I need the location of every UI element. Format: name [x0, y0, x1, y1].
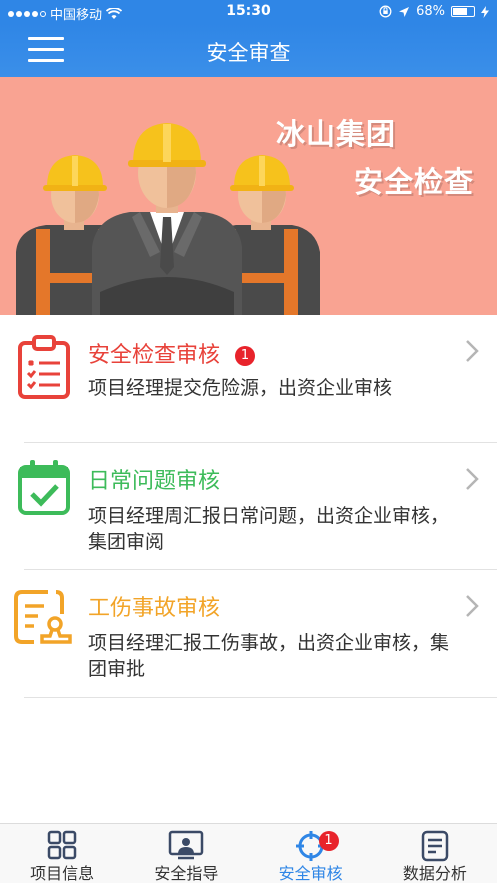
item-description: 项目经理周汇报日常问题，出资企业审核，集团审阅: [88, 505, 450, 553]
page-title: 安全审查: [206, 41, 291, 65]
clipboard-checklist-icon: [18, 335, 70, 399]
monitor-person-icon: [169, 830, 204, 860]
calendar-check-icon: [18, 460, 70, 515]
charging-bolt-icon: [481, 5, 489, 18]
location-arrow-icon: [399, 6, 410, 17]
item-description: 项目经理汇报工伤事故，出资企业审核，集团审批: [88, 632, 450, 680]
grid-icon: [47, 830, 77, 860]
status-right: 68%: [379, 4, 489, 19]
tab-label: 安全指导: [154, 864, 219, 883]
tab-safety-guidance[interactable]: 安全指导: [124, 824, 248, 883]
item-description: 项目经理提交危险源，出资企业审核: [88, 377, 393, 399]
tab-safety-review[interactable]: 1 安全审核: [249, 824, 373, 883]
tab-label: 安全审核: [278, 864, 343, 883]
banner: 冰山集团 安全检查: [0, 77, 497, 315]
tab-badge: 1: [318, 831, 339, 851]
tab-data-analysis[interactable]: 数据分析: [373, 824, 497, 883]
rotation-lock-icon: [379, 5, 392, 18]
item-title-text: 工伤事故审核: [88, 596, 221, 621]
banner-company: 冰山集团: [276, 117, 397, 151]
item-title-text: 安全检查审核: [88, 343, 221, 368]
chevron-right-icon: [466, 340, 479, 362]
chevron-right-icon: [466, 595, 479, 617]
item-title: 工伤事故审核: [88, 590, 220, 622]
list-item-work-injury[interactable]: 工伤事故审核 项目经理汇报工伤事故，出资企业审核，集团审批: [0, 570, 497, 698]
tab-label: 数据分析: [402, 864, 467, 883]
battery-icon: [451, 6, 475, 17]
item-title: 日常问题审核: [88, 463, 220, 495]
tab-project-info[interactable]: 项目信息: [0, 824, 124, 883]
battery-percent: 68%: [416, 4, 445, 19]
list-item-daily-issues[interactable]: 日常问题审核 项目经理周汇报日常问题，出资企业审核，集团审阅: [0, 443, 497, 570]
notepad-icon: [421, 830, 449, 862]
status-bar: 中国移动 15:30 68%: [0, 0, 497, 24]
nav-bar: 安全审查: [0, 24, 497, 77]
document-stamp-icon: [14, 590, 72, 644]
divider: [24, 697, 497, 698]
item-badge: 1: [235, 346, 256, 366]
banner-subtitle: 安全检查: [354, 165, 475, 199]
list-item-safety-inspection[interactable]: 安全检查审核 1 项目经理提交危险源，出资企业审核: [0, 315, 497, 443]
item-title: 安全检查审核 1: [88, 337, 256, 369]
item-title-text: 日常问题审核: [88, 469, 221, 494]
tab-label: 项目信息: [30, 864, 95, 883]
chevron-right-icon: [466, 468, 479, 490]
tab-bar: 项目信息 安全指导 1 安全审核 数据分析: [0, 823, 497, 883]
